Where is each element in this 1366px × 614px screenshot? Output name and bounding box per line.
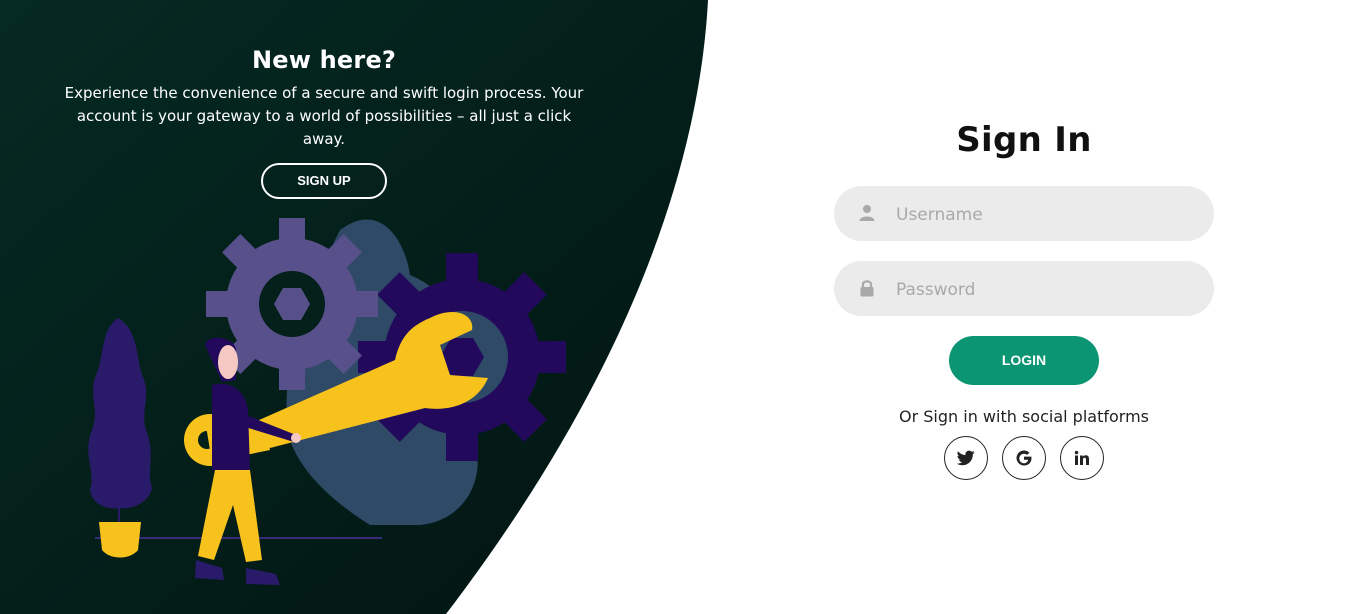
- linkedin-button[interactable]: [1060, 436, 1104, 480]
- username-field[interactable]: [834, 186, 1214, 243]
- left-panel-content: New here? Experience the convenience of …: [64, 46, 584, 199]
- social-signin-text: Or Sign in with social platforms: [899, 407, 1149, 426]
- left-panel-title: New here?: [251, 46, 397, 74]
- large-gear-icon: [358, 253, 566, 461]
- password-input[interactable]: [894, 261, 1198, 318]
- twitter-button[interactable]: [944, 436, 988, 480]
- username-input[interactable]: [894, 186, 1198, 243]
- lock-icon: [860, 280, 874, 297]
- google-button[interactable]: [1002, 436, 1046, 480]
- login-button[interactable]: LOGIN: [949, 336, 1099, 385]
- linkedin-icon: [1074, 450, 1089, 465]
- social-icons-row: [834, 436, 1214, 480]
- left-panel-description: Experience the convenience of a secure a…: [64, 84, 584, 148]
- sign-up-button[interactable]: SIGN UP: [261, 163, 387, 199]
- gears-illustration: [88, 218, 566, 585]
- google-icon: [1016, 450, 1032, 466]
- twitter-icon: [957, 450, 975, 466]
- user-icon: [859, 205, 875, 221]
- sign-in-title: Sign In: [956, 120, 1092, 160]
- password-field[interactable]: [834, 261, 1214, 318]
- plant-icon: [88, 318, 152, 509]
- sign-in-form: Sign In LOGIN Or Sign in with social pla…: [834, 120, 1214, 480]
